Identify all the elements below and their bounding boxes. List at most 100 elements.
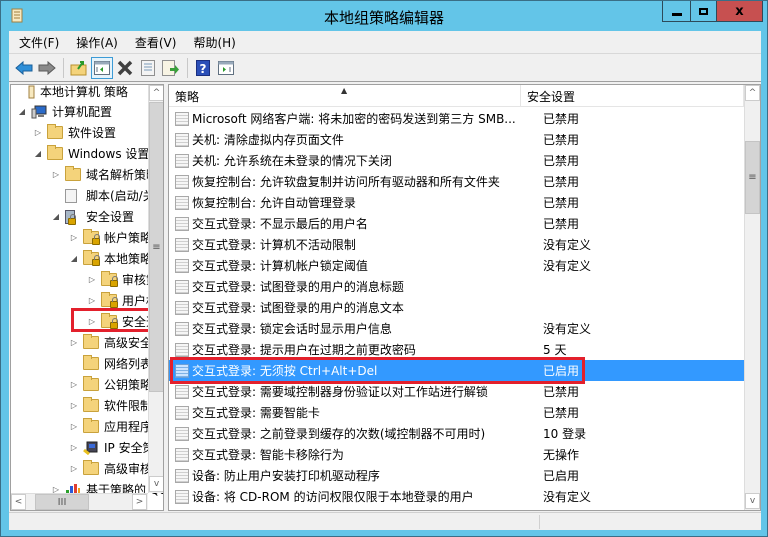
collapsed-arrow-icon[interactable]: ▷ — [51, 170, 61, 179]
policy-row[interactable]: 交互式登录: 提示用户在过期之前更改密码 5 天 — [169, 339, 744, 360]
policy-row[interactable]: 交互式登录: 无须按 Ctrl+Alt+Del 已启用 — [169, 360, 744, 381]
collapsed-arrow-icon[interactable]: ▷ — [69, 380, 79, 389]
tree-item[interactable]: ▷ 帐户策略 — [69, 227, 152, 248]
collapsed-arrow-icon[interactable]: ▷ — [69, 464, 79, 473]
horizontal-scroll-thumb[interactable]: III — [35, 494, 89, 510]
collapsed-arrow-icon[interactable]: ▷ — [33, 128, 43, 137]
minimize-button[interactable] — [662, 1, 691, 22]
policy-name: 交互式登录: 计算机不活动限制 — [192, 238, 356, 252]
collapsed-arrow-icon[interactable]: ▷ — [69, 338, 79, 347]
maximize-button[interactable] — [690, 1, 717, 22]
properties-icon — [141, 60, 155, 76]
status-separator — [539, 515, 540, 529]
policy-row[interactable]: 交互式登录: 锁定会话时显示用户信息 没有定义 — [169, 318, 744, 339]
security-setting-value: 已禁用 — [543, 406, 580, 420]
collapsed-arrow-icon[interactable]: ▷ — [87, 317, 97, 326]
chevron-right-icon: > — [135, 497, 144, 507]
collapsed-arrow-icon[interactable]: ▷ — [69, 401, 79, 410]
collapsed-arrow-icon[interactable]: ▷ — [69, 422, 79, 431]
policy-row[interactable]: 设备: 防止用户安装打印机驱动程序 已启用 — [169, 465, 744, 486]
policy-row[interactable]: 交互式登录: 计算机帐户锁定阈值 没有定义 — [169, 255, 744, 276]
tree-item[interactable]: ◢ 计算机配置 — [17, 101, 112, 122]
help-button[interactable]: ? — [192, 57, 214, 79]
export-list-button[interactable] — [160, 57, 182, 79]
menu-action[interactable]: 操作(A) — [75, 32, 119, 53]
expanded-arrow-icon[interactable]: ◢ — [69, 254, 79, 263]
tree-item[interactable]: ▷ 域名解析策略 — [51, 164, 158, 185]
policy-row[interactable]: 交互式登录: 之前登录到缓存的次数(域控制器不可用时) 10 登录 — [169, 423, 744, 444]
security-setting-value: 已禁用 — [543, 175, 580, 189]
policy-row[interactable]: 关机: 清除虚拟内存页面文件 已禁用 — [169, 129, 744, 150]
grip-icon: III — [57, 496, 67, 508]
tree-item[interactable]: ◢ 安全设置 — [51, 206, 134, 227]
policy-setting-icon — [175, 405, 189, 420]
policy-row[interactable]: 交互式登录: 试图登录的用户的消息文本 — [169, 297, 744, 318]
show-hide-action-pane-button[interactable] — [215, 57, 237, 79]
policy-row[interactable]: 交互式登录: 计算机不活动限制 没有定义 — [169, 234, 744, 255]
policy-row[interactable]: Microsoft 网络客户端: 将未加密的密码发送到第三方 SMB... 已禁用 — [169, 108, 744, 129]
policy-name: 交互式登录: 无须按 Ctrl+Alt+Del — [192, 364, 378, 378]
console-tree[interactable]: 本地计算机 策略 ◢ 计算机配置 ▷ 软件设置 ◢ Windows 设置 ▷ 域名解析策略 脚本(… — [10, 84, 164, 511]
policy-row[interactable]: 交互式登录: 试图登录的用户的消息标题 — [169, 276, 744, 297]
policy-setting-icon — [175, 111, 189, 126]
collapsed-arrow-icon[interactable]: ▷ — [69, 233, 79, 242]
tree-item[interactable]: ◢ 本地策略 — [69, 248, 152, 269]
tree-item[interactable]: ◢ Windows 设置 — [33, 143, 149, 164]
properties-button[interactable] — [137, 57, 159, 79]
tree-item[interactable]: ▷ 公钥策略 — [69, 374, 152, 395]
policy-name: 交互式登录: 不显示最后的用户名 — [192, 217, 368, 231]
menu-file[interactable]: 文件(F) — [18, 32, 60, 53]
policy-row[interactable]: 关机: 允许系统在未登录的情况下关闭 已禁用 — [169, 150, 744, 171]
scroll-right-button[interactable]: > — [132, 494, 147, 510]
policy-row[interactable]: 交互式登录: 智能卡移除行为 无操作 — [169, 444, 744, 465]
tree-item-label: 计算机配置 — [52, 105, 113, 119]
title-bar[interactable]: 本地组策略编辑器 x — [1, 1, 767, 31]
policy-row[interactable]: 设备: 将 CD-ROM 的访问权限仅限于本地登录的用户 没有定义 — [169, 486, 744, 507]
show-hide-tree-icon — [94, 61, 110, 75]
up-one-level-button[interactable] — [68, 57, 90, 79]
scroll-thumb[interactable]: ≡ — [745, 141, 760, 214]
expanded-arrow-icon[interactable]: ◢ — [33, 149, 43, 158]
close-button[interactable]: x — [716, 1, 763, 22]
collapsed-arrow-icon[interactable]: ▷ — [87, 296, 97, 305]
tree-item[interactable]: ▷ 软件设置 — [33, 122, 116, 143]
scroll-left-button[interactable]: < — [11, 494, 26, 510]
export-list-icon — [162, 60, 179, 76]
policy-name: 关机: 清除虚拟内存页面文件 — [192, 133, 344, 147]
expanded-arrow-icon[interactable]: ◢ — [51, 212, 61, 221]
menu-view[interactable]: 查看(V) — [134, 32, 178, 53]
policy-row[interactable]: 交互式登录: 不显示最后的用户名 已禁用 — [169, 213, 744, 234]
expanded-arrow-icon[interactable]: ◢ — [17, 107, 27, 116]
collapsed-arrow-icon[interactable]: ▷ — [69, 443, 79, 452]
policy-setting-icon — [175, 300, 189, 315]
policy-setting-icon — [175, 237, 189, 252]
policy-row[interactable]: 交互式登录: 需要智能卡 已禁用 — [169, 402, 744, 423]
scroll-down-button[interactable]: v — [149, 476, 163, 492]
scroll-thumb[interactable]: ≡ — [149, 102, 163, 392]
folder-icon — [83, 459, 99, 476]
tree-item[interactable]: 本地计算机 策略 — [11, 85, 128, 102]
menu-help[interactable]: 帮助(H) — [192, 32, 236, 53]
scroll-down-button[interactable]: v — [745, 493, 760, 509]
collapsed-arrow-icon[interactable]: ▷ — [87, 275, 97, 284]
tree-horizontal-scrollbar[interactable]: < III > — [11, 493, 148, 510]
sort-ascending-icon: ▲ — [341, 86, 348, 95]
forward-button[interactable] — [36, 57, 58, 79]
policy-name: 关机: 允许系统在未登录的情况下关闭 — [192, 154, 392, 168]
show-hide-console-tree-button[interactable] — [91, 57, 113, 79]
policy-row[interactable]: 恢复控制台: 允许软盘复制并访问所有驱动器和所有文件夹 已禁用 — [169, 171, 744, 192]
tree-vertical-scrollbar[interactable]: ^ ≡ v — [148, 85, 163, 493]
scroll-up-button[interactable]: ^ — [745, 85, 760, 101]
policy-row[interactable]: 恢复控制台: 允许自动管理登录 已禁用 — [169, 192, 744, 213]
locked-folder-icon — [101, 312, 118, 329]
policy-name: 恢复控制台: 允许软盘复制并访问所有驱动器和所有文件夹 — [192, 175, 500, 189]
policy-row[interactable]: 交互式登录: 需要域控制器身份验证以对工作站进行解锁 已禁用 — [169, 381, 744, 402]
tree-item-label: 本地策略 — [104, 252, 153, 266]
delete-button[interactable] — [114, 57, 136, 79]
policy-list[interactable]: 策略 ▲ 安全设置 Microsoft 网络客户端: 将未加密的密码发送到第三方… — [168, 84, 761, 511]
policy-setting-icon — [175, 321, 189, 336]
scroll-up-button[interactable]: ^ — [149, 85, 163, 101]
column-header-security-setting[interactable]: 安全设置 — [521, 85, 744, 107]
list-vertical-scrollbar[interactable]: ^ ≡ v — [744, 85, 760, 510]
back-button[interactable] — [13, 57, 35, 79]
